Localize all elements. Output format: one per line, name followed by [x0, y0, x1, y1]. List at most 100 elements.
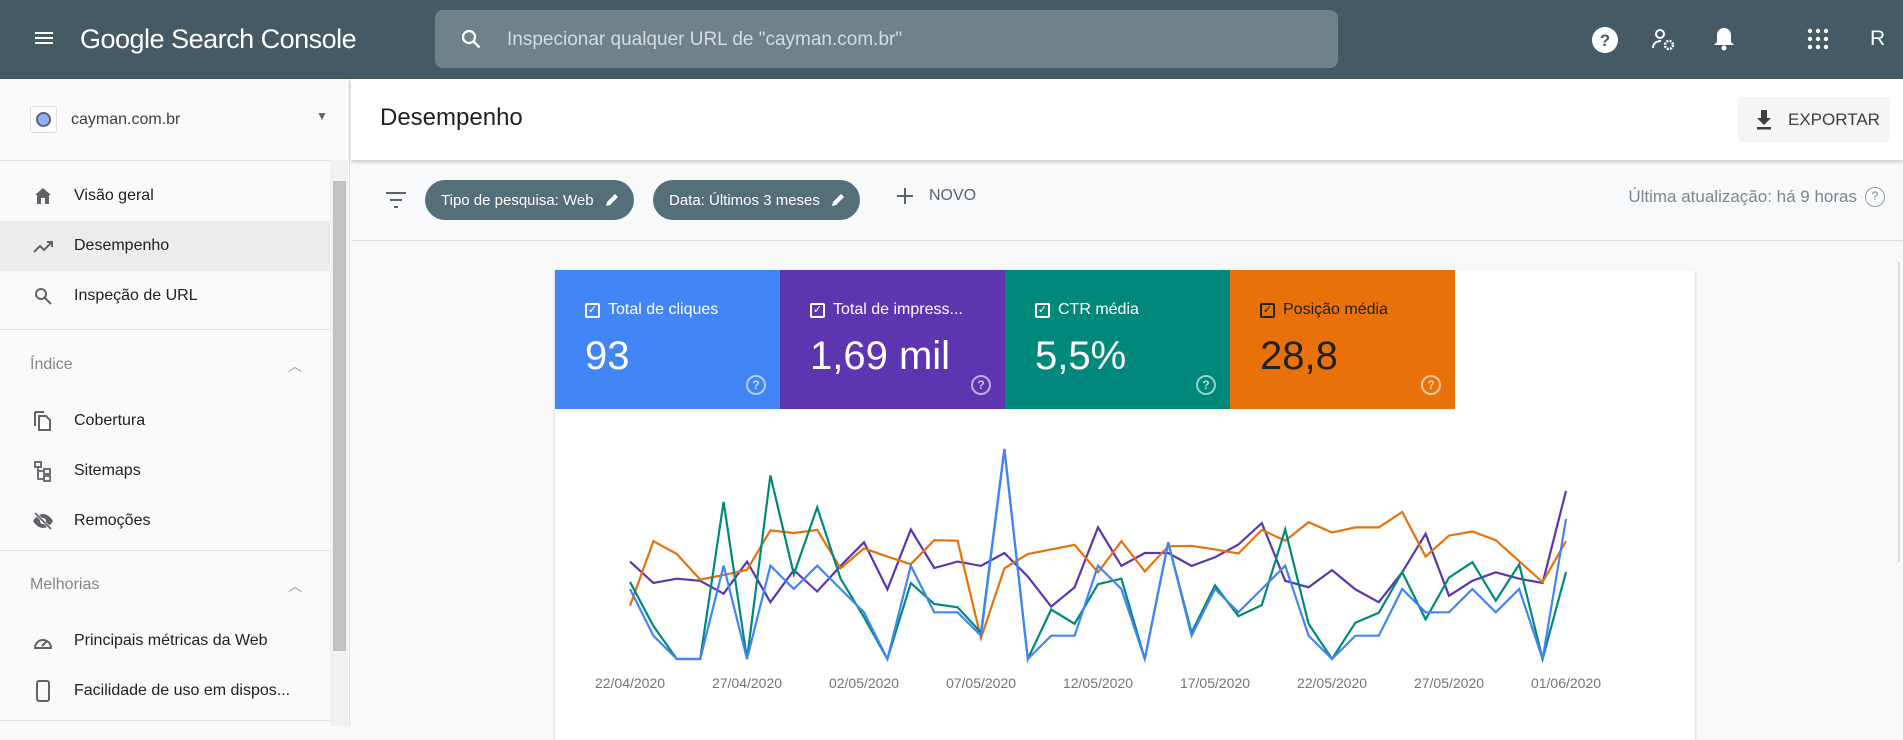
sidebar-item-label: Facilidade de uso em dispos...: [74, 682, 291, 699]
sidebar-item-label: Sitemaps: [74, 462, 141, 479]
filter-chip-date[interactable]: Data: Últimos 3 meses: [653, 180, 860, 220]
chevron-up-icon[interactable]: ︿: [288, 356, 302, 376]
apps-icon[interactable]: [1806, 27, 1830, 56]
url-inspect-search[interactable]: Inspecionar qualquer URL de "cayman.com.…: [435, 10, 1338, 68]
checkbox-checked-icon[interactable]: ✓: [585, 302, 600, 318]
metric-label: ✓ Total de impress...: [810, 301, 963, 319]
chip-label: Tipo de pesquisa: Web: [441, 191, 594, 209]
top-app-bar: Google Search Console Inspecionar qualqu…: [0, 0, 1903, 79]
x-tick-label: 12/05/2020: [1063, 675, 1133, 691]
edit-icon: [831, 194, 844, 206]
metric-label: ✓ Posição média: [1260, 301, 1388, 319]
sidebar-scrollbar[interactable]: [330, 160, 348, 726]
help-icon[interactable]: ?: [1591, 26, 1619, 59]
page-title: Desempenho: [380, 104, 523, 131]
metric-tile[interactable]: ✓ Total de impress... 1,69 mil?: [780, 270, 1005, 409]
edit-icon: [605, 194, 618, 206]
help-icon[interactable]: ?: [1196, 375, 1216, 395]
speed-icon: [28, 631, 58, 651]
x-tick-label: 01/06/2020: [1531, 675, 1601, 691]
phone-icon: [28, 680, 58, 702]
metric-label: ✓ CTR média: [1035, 301, 1139, 319]
performance-chart: 22/04/2020 27/04/2020 02/05/2020 07/05/2020…: [595, 448, 1601, 691]
svg-text:?: ?: [1600, 31, 1610, 50]
search-input[interactable]: Inspecionar qualquer URL de "cayman.com.…: [507, 29, 902, 51]
x-tick-label: 27/05/2020: [1414, 675, 1484, 691]
sidebar-item-desempenho[interactable]: Desempenho: [0, 221, 330, 271]
help-icon[interactable]: ?: [1421, 375, 1441, 395]
trending-up-icon: [28, 236, 58, 256]
x-tick-label: 22/04/2020: [595, 675, 665, 691]
sidebar-item-cobertura[interactable]: Cobertura: [0, 396, 330, 446]
page-header: Desempenho EXPORTAR: [351, 79, 1903, 160]
metric-tile[interactable]: ✓ Posição média 28,8?: [1230, 270, 1455, 409]
sidebar-item-label: Principais métricas da Web: [74, 632, 268, 649]
notifications-icon[interactable]: [1711, 25, 1737, 58]
logo[interactable]: Google Search Console: [80, 24, 357, 55]
checkbox-checked-icon[interactable]: ✓: [810, 302, 825, 318]
home-icon: [28, 186, 58, 206]
sidebar-item-label: Visão geral: [74, 187, 154, 204]
help-icon[interactable]: ?: [1865, 187, 1885, 207]
plus-icon: [897, 188, 913, 204]
x-tick-label: 17/05/2020: [1180, 675, 1250, 691]
section-indice[interactable]: Índice: [30, 356, 73, 374]
filter-chip-search-type[interactable]: Tipo de pesquisa: Web: [425, 180, 634, 220]
globe-icon: [30, 106, 57, 133]
x-tick-label: 02/05/2020: [829, 675, 899, 691]
sidebar-item-label: Cobertura: [74, 412, 146, 429]
series-line: [629, 490, 1568, 609]
search-icon: [28, 286, 58, 306]
property-name: cayman.com.br: [71, 110, 181, 128]
x-tick-label: 22/05/2020: [1297, 675, 1367, 691]
metric-name: Posição média: [1283, 301, 1388, 318]
sidebar-item-visao-geral[interactable]: Visão geral: [0, 171, 330, 221]
checkbox-checked-icon[interactable]: ✓: [1260, 302, 1275, 318]
metric-value: 5,5%: [1035, 334, 1127, 378]
menu-icon[interactable]: [32, 26, 56, 55]
sidebar-item-inspecao-url[interactable]: Inspeção de URL: [0, 271, 330, 321]
last-update-text: Última atualização: há 9 horas: [1628, 187, 1857, 206]
sidebar-item-facilidade-uso[interactable]: Facilidade de uso em dispos...: [0, 666, 330, 716]
download-icon: [1757, 109, 1771, 129]
metric-label: ✓ Total de cliques: [585, 301, 718, 319]
admin-settings-icon[interactable]: [1650, 26, 1678, 59]
search-icon: [461, 29, 481, 49]
sidebar-item-label: Inspeção de URL: [74, 287, 198, 304]
series-line: [629, 448, 1568, 664]
sidebar: cayman.com.br ▼ Visão geral Desempenho I…: [0, 79, 350, 726]
chevron-up-icon[interactable]: ︿: [288, 576, 302, 596]
new-filter-label: NOVO: [929, 187, 977, 204]
metric-tile[interactable]: ✓ CTR média 5,5%?: [1005, 270, 1230, 409]
sidebar-item-remocoes[interactable]: Remoções: [0, 496, 330, 546]
help-icon[interactable]: ?: [971, 375, 991, 395]
metric-name: Total de impress...: [833, 301, 963, 318]
x-tick-label: 07/05/2020: [946, 675, 1016, 691]
metric-value: 93: [585, 334, 630, 378]
sidebar-item-label: Remoções: [74, 512, 151, 529]
last-update: Última atualização: há 9 horas ?: [1628, 187, 1885, 207]
eye-off-icon: [28, 511, 58, 531]
metric-name: Total de cliques: [608, 301, 719, 318]
metric-value: 1,69 mil: [810, 334, 951, 378]
filter-bar: Tipo de pesquisa: Web Data: Últimos 3 me…: [351, 160, 1903, 241]
main-scrollbar[interactable]: [1898, 262, 1900, 562]
sitemap-icon: [28, 460, 58, 482]
export-label: EXPORTAR: [1788, 109, 1880, 129]
add-filter-button[interactable]: NOVO: [895, 186, 976, 206]
metric-name: CTR média: [1058, 301, 1139, 318]
metric-tile[interactable]: ✓ Total de cliques 93?: [555, 270, 780, 409]
chip-label: Data: Últimos 3 meses: [669, 191, 820, 209]
sidebar-item-sitemaps[interactable]: Sitemaps: [0, 446, 330, 496]
filter-icon[interactable]: [384, 189, 408, 211]
metric-value: 28,8: [1260, 334, 1338, 378]
checkbox-checked-icon[interactable]: ✓: [1035, 302, 1050, 318]
sidebar-item-principais-metricas[interactable]: Principais métricas da Web: [0, 616, 330, 666]
help-icon[interactable]: ?: [746, 375, 766, 395]
scrollbar-thumb[interactable]: [333, 181, 346, 651]
property-selector[interactable]: cayman.com.br ▼: [0, 79, 330, 160]
export-button[interactable]: EXPORTAR: [1738, 97, 1890, 142]
section-melhorias[interactable]: Melhorias: [30, 576, 99, 594]
copy-icon: [28, 410, 58, 432]
account-avatar[interactable]: R: [1870, 27, 1885, 51]
